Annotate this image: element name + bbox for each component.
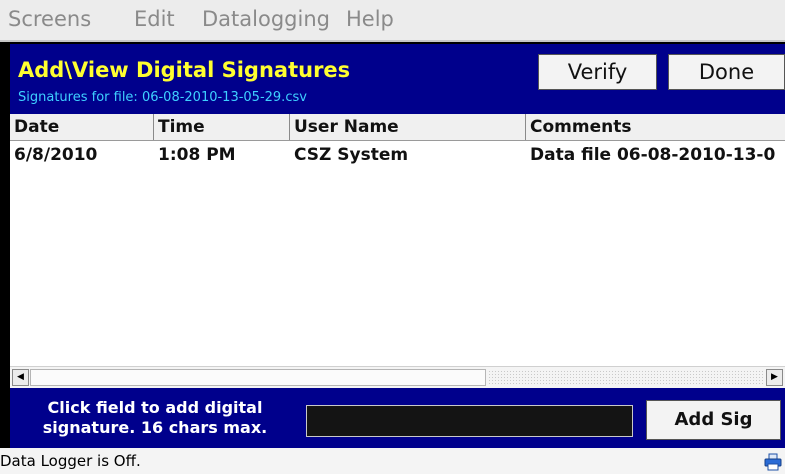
status-bar: Data Logger is Off.: [0, 448, 785, 474]
menu-edit[interactable]: Edit: [134, 7, 175, 31]
column-header-comments[interactable]: Comments: [526, 114, 785, 140]
cell-comments: Data file 06-08-2010-13-0: [530, 145, 776, 165]
cell-date: 6/8/2010: [14, 145, 98, 165]
column-header-time[interactable]: Time: [154, 114, 290, 140]
table-row[interactable]: 6/8/2010 1:08 PM CSZ System Data file 06…: [10, 143, 785, 167]
signature-hint-line1: Click field to add digital: [47, 398, 263, 417]
signatures-table[interactable]: Date Time User Name Comments 6/8/2010 1:…: [10, 114, 785, 388]
column-header-user-name[interactable]: User Name: [290, 114, 526, 140]
menu-screens[interactable]: Screens: [8, 7, 91, 31]
scrollbar-thumb[interactable]: [30, 369, 486, 386]
file-subtitle: Signatures for file: 06-08-2010-13-05-29…: [18, 90, 307, 105]
scroll-right-icon[interactable]: ▶: [766, 369, 783, 386]
horizontal-scrollbar[interactable]: ◀ ▶: [10, 366, 785, 388]
signature-input[interactable]: [306, 405, 633, 437]
menu-datalogging[interactable]: Datalogging: [202, 7, 330, 31]
cell-time: 1:08 PM: [158, 145, 236, 165]
done-button[interactable]: Done: [668, 54, 785, 90]
signatures-panel: Add\View Digital Signatures Signatures f…: [10, 44, 785, 448]
scrollbar-track[interactable]: [488, 370, 764, 385]
signature-hint: Click field to add digital signature. 16…: [20, 398, 290, 438]
table-header: Date Time User Name Comments: [10, 114, 785, 141]
menu-bar: Screens Edit Datalogging Help: [0, 0, 785, 42]
signature-hint-line2: signature. 16 chars max.: [42, 418, 268, 437]
status-text: Data Logger is Off.: [0, 452, 141, 470]
add-sig-button[interactable]: Add Sig: [646, 400, 781, 440]
menu-help[interactable]: Help: [346, 7, 394, 31]
page-title: Add\View Digital Signatures: [18, 58, 351, 82]
printer-icon[interactable]: [764, 453, 782, 471]
cell-user-name: CSZ System: [294, 145, 409, 165]
scroll-left-icon[interactable]: ◀: [12, 369, 29, 386]
column-header-date[interactable]: Date: [10, 114, 154, 140]
verify-button[interactable]: Verify: [538, 54, 657, 90]
